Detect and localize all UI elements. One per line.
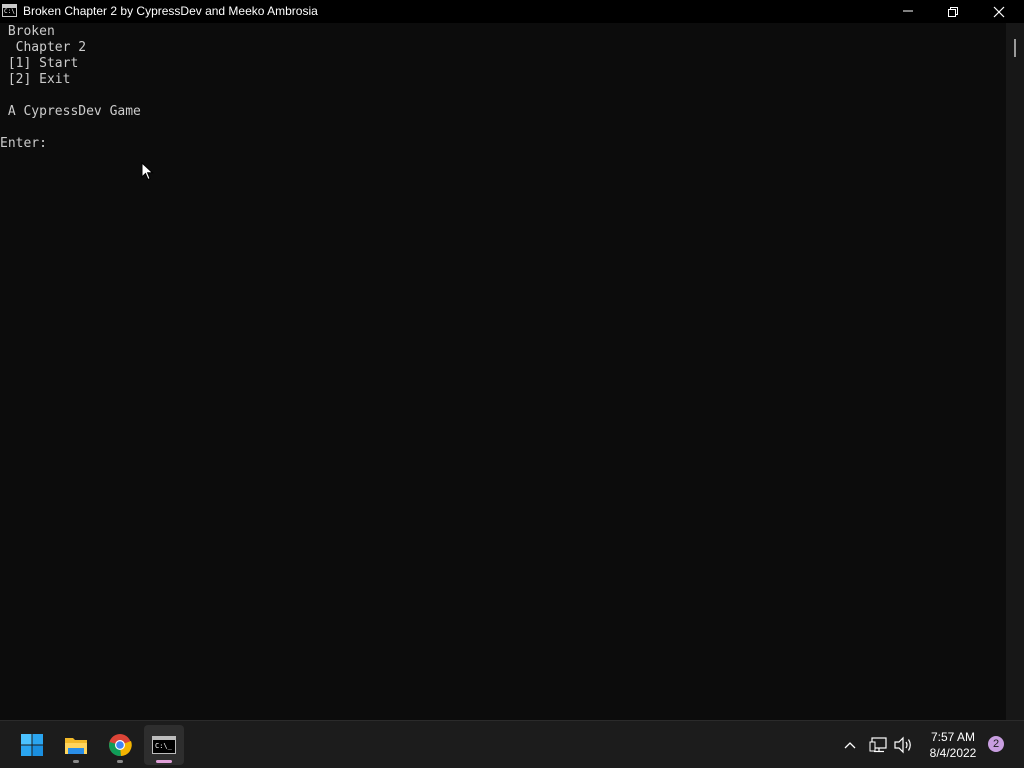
minimize-icon [903, 10, 913, 12]
chrome-icon [109, 734, 132, 757]
console-line-subtitle: Chapter 2 [0, 40, 87, 55]
clock-date: 8/4/2022 [929, 746, 977, 760]
taskbar-clock[interactable]: 7:57 AM 8/4/2022 [920, 729, 986, 761]
start-button[interactable] [12, 725, 52, 765]
scrollbar-thumb[interactable] [1014, 39, 1016, 57]
console-line-title: Broken [0, 24, 55, 39]
console-scrollbar[interactable] [1006, 23, 1024, 720]
volume-icon[interactable] [893, 736, 913, 754]
folder-icon [65, 738, 87, 754]
notification-badge[interactable]: 2 [988, 736, 1004, 752]
console-prompt[interactable]: Enter: [0, 136, 47, 152]
console-line-start-option: [1] Start [0, 56, 79, 71]
app-icon-text: C:\ [4, 8, 15, 15]
clock-time: 7:57 AM [930, 730, 976, 744]
windows-logo-icon [21, 734, 43, 756]
console-line-exit-option: [2] Exit [0, 72, 71, 87]
window-title: Broken Chapter 2 by CypressDev and Meeko… [23, 4, 318, 18]
terminal-icon: C:\_ [152, 736, 176, 754]
restore-icon [948, 7, 958, 17]
taskbar-command-prompt[interactable]: C:\_ [144, 725, 184, 765]
console-app-icon[interactable]: C:\ [2, 4, 17, 17]
console-output[interactable]: Broken Chapter 2 [1] Start [2] Exit A Cy… [0, 23, 1006, 720]
taskbar-chrome[interactable] [100, 725, 140, 765]
svg-text:C:\_: C:\_ [155, 742, 173, 750]
close-icon [993, 6, 1005, 18]
restore-button[interactable] [930, 0, 976, 23]
console-line-credit: A CypressDev Game [0, 104, 141, 119]
title-bar[interactable]: C:\ Broken Chapter 2 by CypressDev and M… [0, 0, 1024, 23]
close-button[interactable] [976, 0, 1022, 23]
network-icon[interactable] [869, 736, 889, 754]
taskbar-file-explorer[interactable] [56, 725, 96, 765]
chevron-up-icon[interactable] [843, 738, 857, 752]
taskbar: C:\_ 7:57 AM 8/4/2022 [0, 720, 1024, 768]
minimize-button[interactable] [885, 0, 931, 23]
mouse-pointer-icon [141, 162, 154, 181]
